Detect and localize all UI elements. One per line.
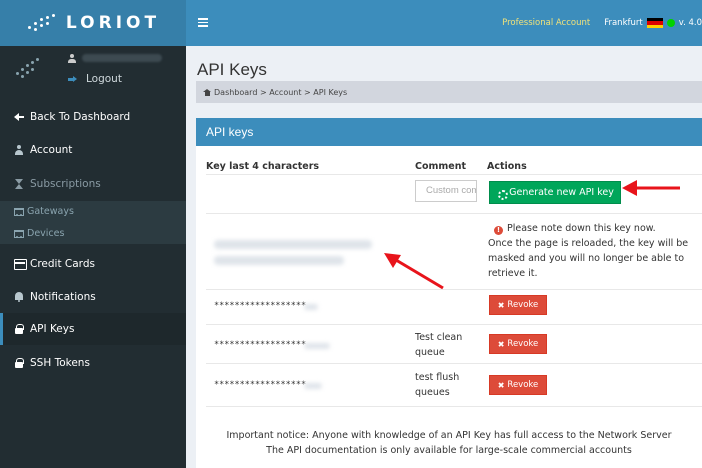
sidebar-item-gateways[interactable]: Gateways [14,206,74,217]
lock-icon [14,358,26,368]
divider [206,289,702,290]
masked-key: ****************** [214,380,307,390]
comment-input[interactable]: Custom comment [415,180,477,202]
sidebar-item-label: Account [30,144,73,156]
sidebar-item-back-to-dashboard[interactable]: Back To Dashboard [0,101,186,133]
brand-logo[interactable]: LORIOT [0,0,186,46]
divider [206,213,702,214]
top-navbar: Professional Account Frankfurt v. 4.0 [186,0,702,46]
user-icon [14,145,26,155]
redacted-key-suffix [304,343,330,349]
sidebar-item-ssh-tokens[interactable]: SSH Tokens [0,347,186,379]
comment-line: Test clean [415,332,463,343]
sidebar: LORIOT Logout Back To Dashboard Account … [0,0,186,468]
close-icon: ✖ [497,380,505,390]
comment-line: queues [415,387,450,398]
divider [206,363,702,364]
revoke-label: Revoke [507,339,539,349]
status-online-icon [666,19,675,27]
redacted-username [82,54,162,62]
notice-line: Important notice: Anyone with knowledge … [226,430,672,441]
version-label: v. 4.0 [678,18,702,28]
divider [206,406,702,407]
notice-line: The API documentation is only available … [266,445,632,456]
hourglass-icon [14,179,26,189]
loriot-logo-icon [26,14,56,32]
cart-icon [14,207,24,216]
user-avatar-icon [68,54,76,64]
exclamation-icon: ! [494,226,503,235]
revoke-label: Revoke [507,300,539,310]
redacted-new-key-line2 [214,256,344,265]
lock-icon [14,324,26,334]
divider [206,174,702,175]
credit-card-icon [14,259,27,270]
logout-link[interactable]: Logout [68,73,122,85]
important-notice: Important notice: Anyone with knowledge … [196,428,702,458]
redacted-new-key-line1 [214,240,372,249]
sidebar-item-label: SSH Tokens [30,357,90,369]
germany-flag-icon [646,18,663,28]
sidebar-item-credit-cards[interactable]: Credit Cards [0,248,186,280]
sidebar-item-subscriptions[interactable]: Subscriptions [0,168,186,200]
sidebar-item-label: Gateways [27,206,74,217]
notice-line: Once the page is reloaded, the key will … [488,238,689,249]
logout-label: Logout [86,73,122,85]
revoke-button[interactable]: ✖ Revoke [489,375,547,395]
column-header-key: Key last 4 characters [206,161,320,172]
cart-icon [14,229,24,238]
sidebar-item-label: Devices [27,228,65,239]
column-header-actions: Actions [487,161,527,172]
account-type-label[interactable]: Professional Account [502,18,590,28]
redacted-key-suffix [304,304,318,310]
page-title: API Keys [197,60,267,79]
key-comment: test flush queues [415,370,459,400]
sidebar-item-devices[interactable]: Devices [14,228,64,239]
revoke-button[interactable]: ✖ Revoke [489,334,547,354]
comment-line: test flush [415,372,460,383]
sidebar-item-account[interactable]: Account [0,134,186,166]
sidebar-item-label: API Keys [30,323,75,335]
comment-line: queue [415,347,445,358]
sidebar-item-notifications[interactable]: Notifications [0,281,186,313]
notice-line: Please note down this key now. [507,223,656,234]
close-icon: ✖ [497,339,505,349]
close-icon: ✖ [497,300,505,310]
key-comment: Test clean queue [415,330,462,360]
sidebar-item-label: Back To Dashboard [30,111,131,123]
annotation-arrow-left-icon [622,180,680,196]
loriot-small-logo-icon [16,58,46,80]
box-title: API keys [196,118,702,146]
column-header-comment: Comment [415,161,467,172]
key-notice: ! Please note down this key now. Once the… [488,221,698,281]
sign-out-icon [68,75,77,84]
masked-key: ****************** [214,340,307,350]
sidebar-item-label: Subscriptions [30,178,101,190]
breadcrumb-text[interactable]: Dashboard > Account > API Keys [214,88,347,97]
breadcrumb: Dashboard > Account > API Keys [196,81,702,103]
region-label[interactable]: Frankfurt [604,18,643,28]
hamburger-menu-icon[interactable] [198,18,208,27]
sidebar-item-label: Credit Cards [30,258,95,270]
generate-button-label: Generate new API key [509,187,614,198]
sidebar-item-label: Notifications [30,291,96,303]
subscriptions-submenu: Gateways Devices [0,201,186,244]
annotation-arrow-diagonal-icon [384,253,444,290]
bell-icon [14,292,26,302]
brand-name: LORIOT [65,13,161,33]
user-panel: Logout [0,46,186,96]
topbar-status: Professional Account Frankfurt v. 4.0 [502,0,702,46]
revoke-button[interactable]: ✖ Revoke [489,295,547,315]
arrow-left-icon [14,112,26,122]
redacted-key-suffix [304,383,322,389]
gear-icon [496,188,508,200]
notice-line: masked and you will no longer be able to [488,253,685,264]
masked-key: ****************** [214,301,307,311]
sidebar-item-api-keys[interactable]: API Keys [0,313,186,345]
dashboard-icon [203,88,211,96]
divider [206,324,702,325]
generate-api-key-button[interactable]: Generate new API key [489,181,621,204]
revoke-label: Revoke [507,380,539,390]
notice-line: retrieve it. [488,268,538,279]
